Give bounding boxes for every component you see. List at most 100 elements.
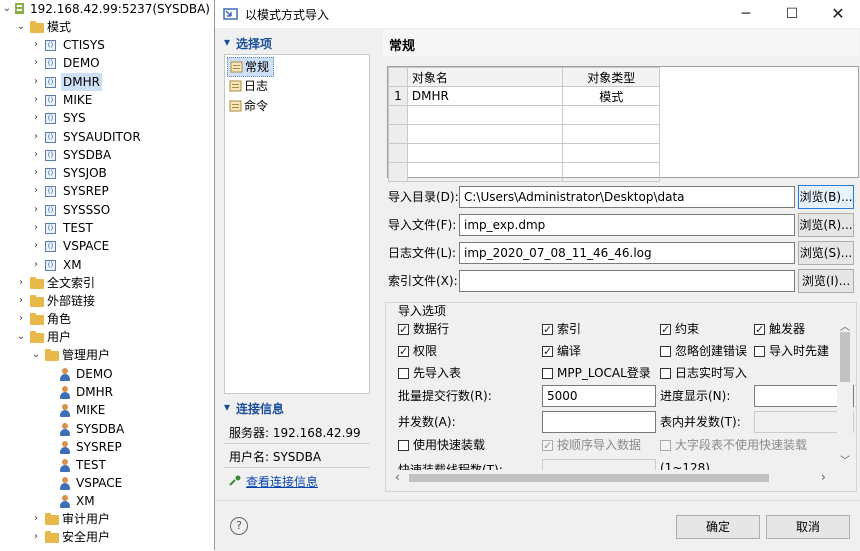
chevron-down-icon[interactable]: ⌄ — [16, 18, 26, 36]
table-cell[interactable]: DMHR — [406, 86, 564, 106]
help-icon[interactable]: ? — [230, 517, 248, 535]
chevron-right-icon[interactable]: › — [31, 128, 41, 146]
connection-header-label: 连接信息 — [236, 402, 285, 416]
table-row[interactable] — [388, 105, 660, 125]
table-cell[interactable]: 模式 — [562, 86, 660, 106]
objects-table[interactable]: 对象名 对象类型 1 DMHR 模式 — [387, 66, 859, 182]
tree-schema-label: MIKE — [63, 92, 93, 107]
browse-dir-button[interactable]: 浏览(B)... — [798, 185, 854, 209]
table-row[interactable] — [388, 143, 660, 163]
dialog-titlebar[interactable]: 以模式方式导入 ─ ☐ ✕ — [215, 0, 860, 28]
import-dir-field[interactable]: C:\Users\Administrator\Desktop\data — [459, 186, 795, 208]
checkbox-fast-load[interactable]: 使用快速装载 — [398, 437, 485, 453]
table-row[interactable] — [388, 162, 660, 182]
nav-item-command[interactable]: 命令 — [227, 97, 272, 115]
browse-file-button[interactable]: 浏览(R)... — [798, 213, 854, 237]
column-header-object-name[interactable]: 对象名 — [406, 67, 564, 87]
column-header-object-type[interactable]: 对象类型 — [562, 67, 660, 87]
chevron-down-icon[interactable]: ⌄ — [16, 328, 26, 346]
chevron-right-icon[interactable]: › — [31, 201, 41, 219]
user-icon — [59, 477, 71, 491]
chevron-right-icon[interactable]: › — [31, 109, 41, 127]
import-file-field[interactable]: imp_exp.dmp — [459, 214, 795, 236]
log-file-label: 日志文件(L): — [388, 246, 457, 260]
tree-user-label: MIKE — [76, 403, 106, 418]
scroll-right-icon[interactable]: › — [821, 470, 826, 484]
chevron-right-icon[interactable]: › — [31, 36, 41, 54]
user-icon — [59, 495, 71, 509]
scroll-down-icon[interactable]: ﹀ — [840, 452, 850, 467]
horizontal-scrollbar-thumb[interactable] — [409, 474, 769, 482]
checkbox-trigger[interactable]: 触发器 — [754, 321, 805, 338]
chevron-right-icon[interactable]: › — [31, 54, 41, 72]
section-title: 常规 — [389, 39, 416, 54]
connection-header[interactable]: ▾ 连接信息 — [222, 398, 380, 416]
tree-item-label: 管理用户 — [62, 348, 111, 362]
schema-icon: () — [45, 94, 56, 106]
server-text: 服务器: 192.168.42.99 — [229, 426, 361, 440]
scroll-up-icon[interactable]: ︿ — [840, 318, 850, 333]
tree-schema-label: SYSSSO — [63, 202, 111, 217]
checkbox-constraint[interactable]: 约束 — [660, 321, 699, 338]
batch-rows-field[interactable]: 5000 — [542, 385, 656, 407]
schema-icon: () — [45, 259, 56, 271]
tree-item-label: 全文索引 — [47, 276, 96, 290]
cancel-button[interactable]: 取消 — [766, 515, 850, 539]
chevron-right-icon[interactable]: › — [31, 146, 41, 164]
minimize-button[interactable]: ─ — [723, 0, 769, 28]
chevron-right-icon[interactable]: › — [31, 164, 41, 182]
chevron-right-icon[interactable]: › — [31, 256, 41, 274]
browse-index-button[interactable]: 浏览(I)... — [798, 269, 854, 293]
log-file-field[interactable]: imp_2020_07_08_11_46_46.log — [459, 242, 795, 264]
table-row[interactable] — [388, 124, 660, 144]
schema-icon: () — [45, 131, 56, 143]
checkbox-rows[interactable]: 数据行 — [398, 321, 449, 338]
chevron-down-icon[interactable]: ⌄ — [31, 346, 41, 364]
batch-rows-label: 批量提交行数(R): — [398, 389, 492, 403]
schema-icon: () — [45, 40, 56, 51]
tree-schema-label: TEST — [63, 221, 93, 235]
checkbox-import-first[interactable]: 导入时先建 — [754, 343, 829, 359]
user-icon — [59, 368, 71, 381]
user-icon — [59, 386, 71, 400]
nav-item-log[interactable]: 日志 — [227, 77, 272, 95]
chevron-right-icon[interactable]: › — [31, 182, 41, 200]
chevron-right-icon[interactable]: › — [16, 274, 26, 292]
ok-button[interactable]: 确定 — [676, 515, 760, 539]
import-icon — [223, 7, 239, 21]
tree-root[interactable]: ⌄ 192.168.42.99:5237(SYSDBA) — [0, 0, 213, 18]
table-row[interactable]: 1 DMHR 模式 — [388, 86, 660, 106]
chevron-right-icon[interactable]: › — [31, 510, 41, 528]
caret-down-icon: ▾ — [224, 400, 231, 414]
horizontal-scrollbar[interactable]: ‹ › — [387, 470, 837, 486]
parallel-field[interactable] — [542, 411, 656, 433]
index-file-field[interactable] — [459, 270, 795, 292]
options-header[interactable]: ▾ 选择项 — [222, 33, 380, 51]
view-connection-link[interactable]: 查看连接信息 — [246, 473, 318, 490]
checkbox-ignore-create-error[interactable]: 忽略创建错误 — [660, 343, 747, 359]
maximize-button[interactable]: ☐ — [769, 0, 815, 28]
chevron-right-icon[interactable]: › — [31, 237, 41, 255]
checkbox-compile[interactable]: 编译 — [542, 343, 581, 360]
tree-schema-label: SYSREP — [63, 184, 109, 199]
browse-log-button[interactable]: 浏览(S)... — [798, 241, 854, 265]
checkbox-grant[interactable]: 权限 — [398, 343, 437, 360]
page-icon — [229, 79, 242, 92]
close-button[interactable]: ✕ — [815, 0, 860, 28]
tree-item-label: 审计用户 — [62, 512, 111, 526]
chevron-right-icon[interactable]: › — [16, 310, 26, 328]
scroll-left-icon[interactable]: ‹ — [395, 470, 400, 484]
chevron-right-icon[interactable]: › — [31, 91, 41, 109]
chevron-right-icon[interactable]: › — [31, 73, 41, 91]
checkbox-table-first[interactable]: 先导入表 — [398, 365, 461, 381]
scrollbar-thumb[interactable] — [840, 332, 850, 382]
chevron-right-icon[interactable]: › — [16, 292, 26, 310]
checkbox-index[interactable]: 索引 — [542, 321, 581, 338]
vertical-scrollbar[interactable]: ︿ ﹀ — [837, 318, 853, 468]
checkbox-mpp-local[interactable]: MPP_LOCAL登录 — [542, 365, 651, 381]
chevron-down-icon[interactable]: ⌄ — [2, 0, 12, 18]
nav-item-general[interactable]: 常规 — [227, 57, 275, 77]
checkbox-log-realtime[interactable]: 日志实时写入 — [660, 365, 747, 381]
chevron-right-icon[interactable]: › — [31, 528, 41, 546]
chevron-right-icon[interactable]: › — [31, 219, 41, 237]
